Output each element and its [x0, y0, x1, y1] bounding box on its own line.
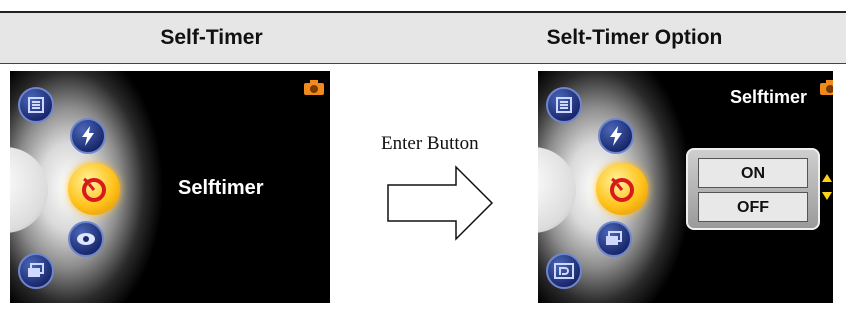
stack-icon[interactable] [596, 221, 632, 257]
camera-mode-icon [820, 80, 833, 95]
camera-mode-icon [304, 80, 324, 95]
left-camera-screen: Selftimer [10, 71, 330, 303]
eye-icon[interactable] [68, 221, 104, 257]
option-off[interactable]: OFF [698, 192, 808, 222]
transition-arrow-icon [387, 165, 494, 241]
transition-label: Enter Button [381, 133, 479, 154]
options-panel-title: Selftimer [730, 87, 808, 107]
selected-mode-label: Selftimer [178, 177, 264, 199]
flash-icon[interactable] [598, 118, 634, 154]
option-on[interactable]: ON [698, 158, 808, 188]
mode-dial [10, 147, 48, 233]
mode-dial [538, 147, 576, 233]
options-scroll-arrow-icon [822, 174, 832, 200]
selftimer-options-panel: ON OFF [686, 148, 820, 230]
table-header-rule [0, 63, 846, 64]
menu-list-icon[interactable] [546, 87, 582, 123]
scene-icon[interactable] [546, 253, 582, 289]
selftimer-icon[interactable] [596, 163, 648, 215]
menu-list-icon[interactable] [18, 87, 54, 123]
header-selftimer-option: Selt-Timer Option [546, 26, 723, 49]
stack-icon[interactable] [18, 253, 54, 289]
flash-icon[interactable] [70, 118, 106, 154]
header-self-timer: Self-Timer [160, 26, 263, 49]
selftimer-icon[interactable] [68, 163, 120, 215]
